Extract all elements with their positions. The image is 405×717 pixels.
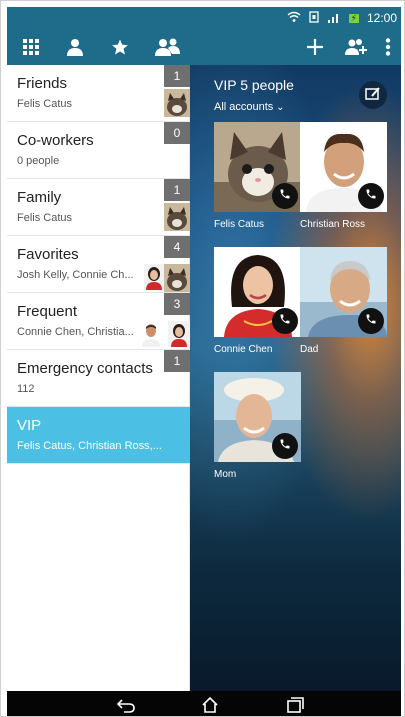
call-button[interactable] bbox=[272, 183, 298, 209]
contact-name: Connie Chen bbox=[214, 344, 273, 355]
overflow-menu-icon[interactable] bbox=[381, 35, 395, 59]
accounts-dropdown[interactable]: All accounts ⌄ bbox=[214, 101, 284, 113]
contact-card[interactable]: Felis Catus bbox=[214, 122, 301, 230]
group-name: Favorites bbox=[17, 246, 79, 263]
group-subtitle: Felis Catus bbox=[17, 212, 73, 224]
group-name: Friends bbox=[17, 75, 68, 92]
vip-panel: VIP 5 people All accounts ⌄ Felis Catus … bbox=[190, 65, 401, 691]
groups-list: Friends Felis Catus 1 Co-workers 0 peopl… bbox=[7, 65, 190, 691]
groups-icon[interactable] bbox=[153, 35, 183, 59]
toolbar bbox=[7, 29, 401, 65]
avatar-thumbnail bbox=[140, 321, 162, 347]
group-subtitle: Josh Kelly, Connie Ch... bbox=[17, 269, 134, 281]
kitten-thumbnail bbox=[164, 203, 190, 231]
status-bar: ⚡ 12:00 bbox=[7, 7, 401, 29]
edit-group-icon bbox=[365, 86, 381, 105]
contact-card[interactable]: Connie Chen bbox=[214, 247, 301, 355]
phone-icon bbox=[365, 187, 377, 205]
group-name: VIP bbox=[17, 417, 42, 434]
group-count-badge: 1 bbox=[164, 350, 190, 372]
group-subtitle: 112 bbox=[17, 383, 35, 395]
phone-icon bbox=[279, 312, 291, 330]
phone-icon bbox=[365, 312, 377, 330]
contact-photo bbox=[300, 247, 387, 337]
call-button[interactable] bbox=[272, 308, 298, 334]
group-item-emergency-contacts[interactable]: Emergency contacts 112 1 bbox=[7, 350, 190, 407]
group-item-vip[interactable]: VIP Felis Catus, Christian Ross,... bbox=[7, 407, 190, 464]
recent-apps-icon[interactable] bbox=[284, 695, 306, 715]
group-subtitle: 0 people bbox=[17, 155, 60, 167]
group-count-badge: 1 bbox=[164, 65, 190, 87]
contact-name: Christian Ross bbox=[300, 219, 366, 230]
contact-photo bbox=[214, 372, 301, 462]
battery-charging-icon: ⚡ bbox=[348, 12, 359, 23]
edit-group-button[interactable] bbox=[359, 81, 387, 109]
contact-name: Felis Catus bbox=[214, 219, 265, 230]
contact-card[interactable]: Christian Ross bbox=[300, 122, 387, 230]
call-button[interactable] bbox=[358, 308, 384, 334]
phone-icon bbox=[279, 437, 291, 455]
call-button[interactable] bbox=[272, 433, 298, 459]
group-name: Emergency contacts bbox=[17, 360, 153, 377]
contact-card[interactable]: Mom bbox=[214, 372, 301, 480]
add-group-icon[interactable] bbox=[343, 35, 371, 59]
call-button[interactable] bbox=[358, 183, 384, 209]
group-item-family[interactable]: Family Felis Catus 1 bbox=[7, 179, 190, 236]
person-icon[interactable] bbox=[63, 35, 87, 59]
apps-grid-icon[interactable] bbox=[19, 35, 43, 59]
avatar-thumbnail bbox=[168, 321, 190, 347]
contact-card[interactable]: Dad bbox=[300, 247, 387, 355]
navigation-bar bbox=[7, 691, 401, 716]
accounts-label: All accounts bbox=[214, 101, 274, 113]
kitten-thumbnail bbox=[164, 89, 190, 117]
group-subtitle: Felis Catus, Christian Ross,... bbox=[17, 440, 162, 452]
screen: ⚡ 12:00 Friends Felis Catus 1 Co-workers… bbox=[0, 0, 405, 717]
contact-name: Dad bbox=[300, 344, 319, 355]
home-icon[interactable] bbox=[199, 695, 221, 715]
contact-photo bbox=[300, 122, 387, 212]
group-count-badge: 1 bbox=[164, 179, 190, 201]
phone-icon bbox=[279, 187, 291, 205]
group-item-frequent[interactable]: Frequent Connie Chen, Christia... 3 bbox=[7, 293, 190, 350]
kitten-thumbnail bbox=[164, 264, 190, 292]
group-item-friends[interactable]: Friends Felis Catus 1 bbox=[7, 65, 190, 122]
contact-name: Mom bbox=[214, 469, 237, 480]
star-icon[interactable] bbox=[108, 35, 132, 59]
group-count-badge: 0 bbox=[164, 122, 190, 144]
signal-icon bbox=[327, 11, 341, 25]
sim-icon bbox=[308, 11, 319, 25]
group-count-badge: 4 bbox=[164, 236, 190, 258]
group-name: Frequent bbox=[17, 303, 78, 320]
vip-title: VIP 5 people bbox=[214, 77, 294, 93]
group-count-badge: 3 bbox=[164, 293, 190, 315]
group-name: Family bbox=[17, 189, 62, 206]
back-icon[interactable] bbox=[115, 695, 137, 715]
chevron-down-icon: ⌄ bbox=[273, 102, 285, 113]
clock: 12:00 bbox=[366, 11, 397, 25]
contact-photo bbox=[214, 122, 301, 212]
contact-photo bbox=[214, 247, 301, 337]
group-item-co-workers[interactable]: Co-workers 0 people 0 bbox=[7, 122, 190, 179]
group-item-favorites[interactable]: Favorites Josh Kelly, Connie Ch... 4 bbox=[7, 236, 190, 293]
avatar-thumbnail bbox=[144, 264, 164, 290]
wifi-icon bbox=[287, 11, 301, 25]
add-icon[interactable] bbox=[303, 35, 327, 59]
group-subtitle: Connie Chen, Christia... bbox=[17, 326, 134, 338]
group-name: Co-workers bbox=[17, 132, 94, 149]
group-subtitle: Felis Catus bbox=[17, 98, 73, 110]
